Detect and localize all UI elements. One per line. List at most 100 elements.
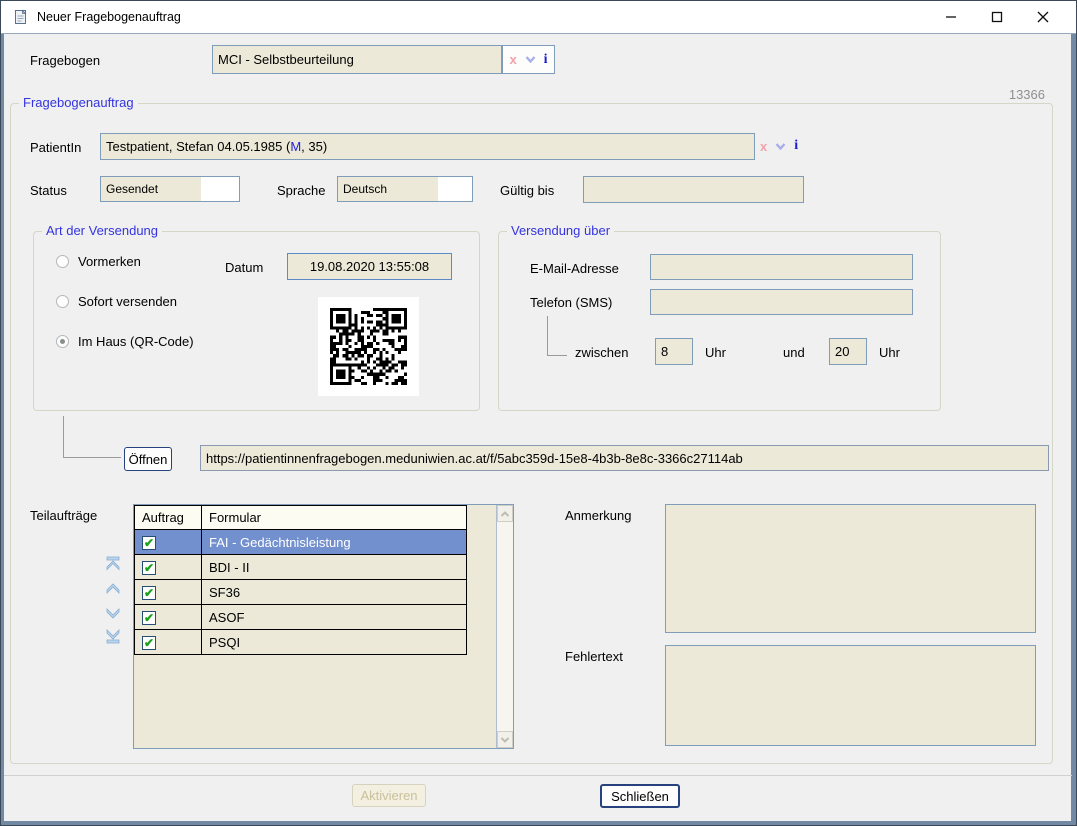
chevron-up-icon <box>104 580 122 598</box>
table-row[interactable]: ✔ SF36 <box>135 580 467 605</box>
status-label: Status <box>30 183 67 198</box>
radio-option-label: Im Haus (QR-Code) <box>78 334 194 349</box>
fragebogen-label: Fragebogen <box>30 53 100 68</box>
move-to-top-button[interactable] <box>103 553 122 572</box>
scroll-down-button[interactable] <box>497 731 513 748</box>
telefon-field[interactable] <box>650 289 913 315</box>
auftrag-cell[interactable]: ✔ <box>135 605 202 630</box>
datum-label: Datum <box>225 260 263 275</box>
fehlertext-textarea[interactable] <box>665 645 1036 746</box>
move-to-top-icon <box>104 554 122 572</box>
radio-selected-icon[interactable] <box>56 335 69 348</box>
formular-table: Auftrag Formular ✔ FAI - Gedächtnisleistu… <box>134 505 467 655</box>
anmerkung-label: Anmerkung <box>565 508 631 523</box>
chevron-down-icon[interactable] <box>775 142 786 151</box>
radio-option-label: Sofort versenden <box>78 294 177 309</box>
patient-value-suffix: , 35) <box>301 139 327 154</box>
sprache-combobox[interactable]: Deutsch <box>337 176 473 202</box>
dialog-window: Neuer Fragebogenauftrag Fragebogen MCI -… <box>0 0 1077 826</box>
time-to-unit: Uhr <box>879 345 900 360</box>
elbow-connector <box>547 316 567 356</box>
email-field[interactable] <box>650 254 913 280</box>
datum-field[interactable]: 19.08.2020 13:55:08 <box>287 253 452 280</box>
table-row[interactable]: ✔ PSQI <box>135 630 467 655</box>
table-row[interactable]: ✔ BDI - II <box>135 555 467 580</box>
patient-field-icons: x i <box>760 139 798 153</box>
anmerkung-textarea[interactable] <box>665 504 1036 633</box>
versandart-group-title: Art der Versendung <box>42 223 162 238</box>
fragebogenauftrag-group-title: Fragebogenauftrag <box>19 95 138 110</box>
schliessen-button[interactable]: Schließen <box>600 784 680 808</box>
status-combobox[interactable]: Gesendet <box>100 176 240 202</box>
formular-cell[interactable]: BDI - II <box>202 555 467 580</box>
maximize-icon <box>991 11 1003 23</box>
patient-value: Testpatient, Stefan 04.05.1985 ( <box>106 139 290 154</box>
time-from-field[interactable]: 8 <box>655 338 693 365</box>
record-id-badge: 13366 <box>1009 87 1045 102</box>
formular-cell[interactable]: ASOF <box>202 605 467 630</box>
fragebogen-icon-box: x i <box>502 45 555 74</box>
status-value: Gesendet <box>106 182 158 196</box>
checkbox-checked-icon[interactable]: ✔ <box>142 536 156 550</box>
checkbox-checked-icon[interactable]: ✔ <box>142 636 156 650</box>
teilauftraege-label: Teilaufträge <box>30 508 97 523</box>
radio-option-vormerken[interactable]: Vormerken <box>56 253 141 269</box>
radio-unselected-icon[interactable] <box>56 295 69 308</box>
formular-cell[interactable]: PSQI <box>202 630 467 655</box>
radio-option-sofort-versenden[interactable]: Sofort versenden <box>56 293 177 309</box>
clear-icon[interactable]: x <box>760 140 767 153</box>
maximize-button[interactable] <box>974 1 1020 33</box>
checkbox-checked-icon[interactable]: ✔ <box>142 586 156 600</box>
scroll-up-button[interactable] <box>497 505 513 522</box>
table-row[interactable]: ✔ FAI - Gedächtnisleistung <box>135 530 467 555</box>
oeffnen-button[interactable]: Öffnen <box>124 447 172 471</box>
minimize-icon <box>945 11 957 23</box>
column-header-formular[interactable]: Formular <box>202 506 467 530</box>
auftrag-cell[interactable]: ✔ <box>135 555 202 580</box>
radio-unselected-icon[interactable] <box>56 255 69 268</box>
time-from-value: 8 <box>661 344 668 359</box>
fragebogenauftrag-group: Fragebogenauftrag PatientIn Testpatient,… <box>10 103 1053 764</box>
column-header-auftrag[interactable]: Auftrag <box>135 506 202 530</box>
close-button[interactable] <box>1020 1 1066 33</box>
auftrag-cell[interactable]: ✔ <box>135 580 202 605</box>
teilauftraege-list: Auftrag Formular ✔ FAI - Gedächtnisleistu… <box>133 504 514 749</box>
move-to-bottom-button[interactable] <box>103 626 122 645</box>
table-row[interactable]: ✔ ASOF <box>135 605 467 630</box>
patient-label: PatientIn <box>30 140 81 155</box>
auftrag-cell[interactable]: ✔ <box>135 630 202 655</box>
chevron-down-icon[interactable] <box>525 55 536 64</box>
patient-combobox[interactable]: Testpatient, Stefan 04.05.1985 (M, 35) <box>100 133 755 160</box>
checkbox-checked-icon[interactable]: ✔ <box>142 611 156 625</box>
move-up-button[interactable] <box>103 579 122 598</box>
fragebogen-value: MCI - Selbstbeurteilung <box>218 52 354 67</box>
formular-cell[interactable]: FAI - Gedächtnisleistung <box>202 530 467 555</box>
checkbox-checked-icon[interactable]: ✔ <box>142 561 156 575</box>
patient-gender: M <box>290 139 301 154</box>
title-bar[interactable]: Neuer Fragebogenauftrag <box>1 1 1076 34</box>
info-icon[interactable]: i <box>794 139 798 153</box>
elbow-connector <box>63 416 121 458</box>
aktivieren-button[interactable]: Aktivieren <box>352 784 426 807</box>
telefon-label: Telefon (SMS) <box>530 295 612 310</box>
versandart-group: Art der Versendung VormerkenSofort verse… <box>33 231 480 411</box>
move-down-button[interactable] <box>103 603 122 622</box>
url-value: https://patientinnenfragebogen.meduniwie… <box>206 451 743 466</box>
versendung-ueber-group: Versendung über E-Mail-Adresse Telefon (… <box>498 231 941 411</box>
radio-option-im-haus-qr-code[interactable]: Im Haus (QR-Code) <box>56 333 194 349</box>
formular-cell[interactable]: SF36 <box>202 580 467 605</box>
auftrag-cell[interactable]: ✔ <box>135 530 202 555</box>
minimize-button[interactable] <box>928 1 974 33</box>
table-scrollbar[interactable] <box>496 505 513 748</box>
document-icon <box>13 9 29 25</box>
email-label: E-Mail-Adresse <box>530 261 619 276</box>
info-icon[interactable]: i <box>544 53 548 67</box>
gueltig-bis-field[interactable] <box>583 176 804 203</box>
radio-option-label: Vormerken <box>78 254 141 269</box>
clear-icon[interactable]: x <box>509 53 516 66</box>
footer-separator <box>4 775 1072 776</box>
window-title: Neuer Fragebogenauftrag <box>37 10 181 24</box>
url-field[interactable]: https://patientinnenfragebogen.meduniwie… <box>200 445 1049 471</box>
time-to-field[interactable]: 20 <box>829 338 867 365</box>
fragebogen-combobox[interactable]: MCI - Selbstbeurteilung <box>212 45 502 74</box>
